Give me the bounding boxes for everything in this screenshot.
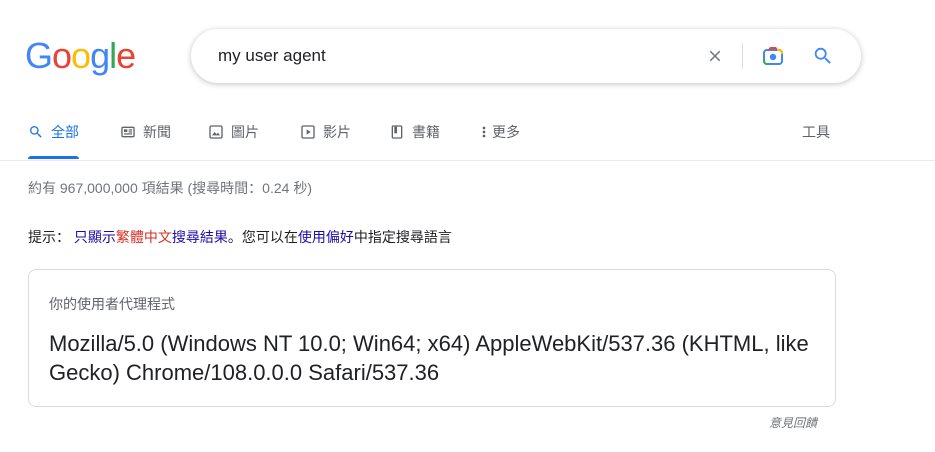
logo-letter: o xyxy=(52,35,72,76)
tools-button[interactable]: 工具 xyxy=(802,120,830,160)
tools-label: 工具 xyxy=(802,124,830,140)
language-tip: 提示： 只顯示繁體中文搜尋結果。您可以在使用偏好中指定搜尋語言 xyxy=(28,227,452,247)
news-icon xyxy=(120,120,136,144)
search-icon xyxy=(28,120,44,144)
tip-suffix: 中指定搜尋語言 xyxy=(353,229,452,245)
tabs-divider xyxy=(0,160,935,161)
logo-letter: l xyxy=(109,35,117,76)
results-page: Google my user agent 全部 新聞 圖片 影片 書籍 更多 工… xyxy=(0,0,935,452)
tab-label: 全部 xyxy=(51,124,79,140)
tab-label: 影片 xyxy=(323,124,351,140)
search-tabs: 全部 新聞 圖片 影片 書籍 更多 工具 xyxy=(28,120,838,160)
tab-videos[interactable]: 影片 xyxy=(300,120,351,160)
user-agent-card: 你的使用者代理程式 Mozilla/5.0 (Windows NT 10.0; … xyxy=(28,269,836,407)
result-stats: 約有 967,000,000 項結果 (搜尋時間：0.24 秒) xyxy=(28,180,312,196)
tip-prefix: 提示： xyxy=(28,229,70,245)
logo-letter: o xyxy=(71,35,91,76)
tab-news[interactable]: 新聞 xyxy=(120,120,171,160)
traditional-chinese-only-link[interactable]: 只顯示繁體中文搜尋結果 xyxy=(74,229,228,245)
preferences-link[interactable]: 使用偏好 xyxy=(298,229,354,245)
tab-label: 更多 xyxy=(492,124,520,140)
tab-label: 新聞 xyxy=(143,124,171,140)
tip-middle: 。您可以在 xyxy=(227,229,298,245)
search-icon[interactable] xyxy=(811,44,835,68)
tab-all[interactable]: 全部 xyxy=(28,120,79,160)
close-icon[interactable] xyxy=(703,44,727,68)
logo-letter: e xyxy=(116,35,136,76)
feedback-link[interactable]: 意見回饋 xyxy=(769,414,817,432)
user-agent-value: Mozilla/5.0 (Windows NT 10.0; Win64; x64… xyxy=(49,331,809,385)
tab-more[interactable]: 更多 xyxy=(480,120,520,160)
logo-letter: G xyxy=(25,35,53,76)
tip-link-part: 只顯示 xyxy=(73,229,116,245)
camera-lens-icon[interactable] xyxy=(761,44,785,68)
tab-images[interactable]: 圖片 xyxy=(208,120,259,160)
google-logo[interactable]: Google xyxy=(25,34,136,78)
search-box-divider xyxy=(742,43,743,69)
card-label: 你的使用者代理程式 xyxy=(49,296,175,312)
search-input[interactable]: my user agent xyxy=(218,45,326,67)
video-icon xyxy=(300,120,316,144)
tip-link-part: 搜尋結果 xyxy=(171,229,228,245)
tab-label: 圖片 xyxy=(231,124,259,140)
logo-letter: g xyxy=(90,35,110,76)
search-box[interactable]: my user agent xyxy=(191,29,861,83)
tip-link-highlight: 繁體中文 xyxy=(115,229,172,245)
image-icon xyxy=(208,120,224,144)
tab-label: 書籍 xyxy=(412,124,440,140)
book-icon xyxy=(389,120,405,144)
tab-books[interactable]: 書籍 xyxy=(389,120,440,160)
more-vert-icon xyxy=(480,120,488,144)
